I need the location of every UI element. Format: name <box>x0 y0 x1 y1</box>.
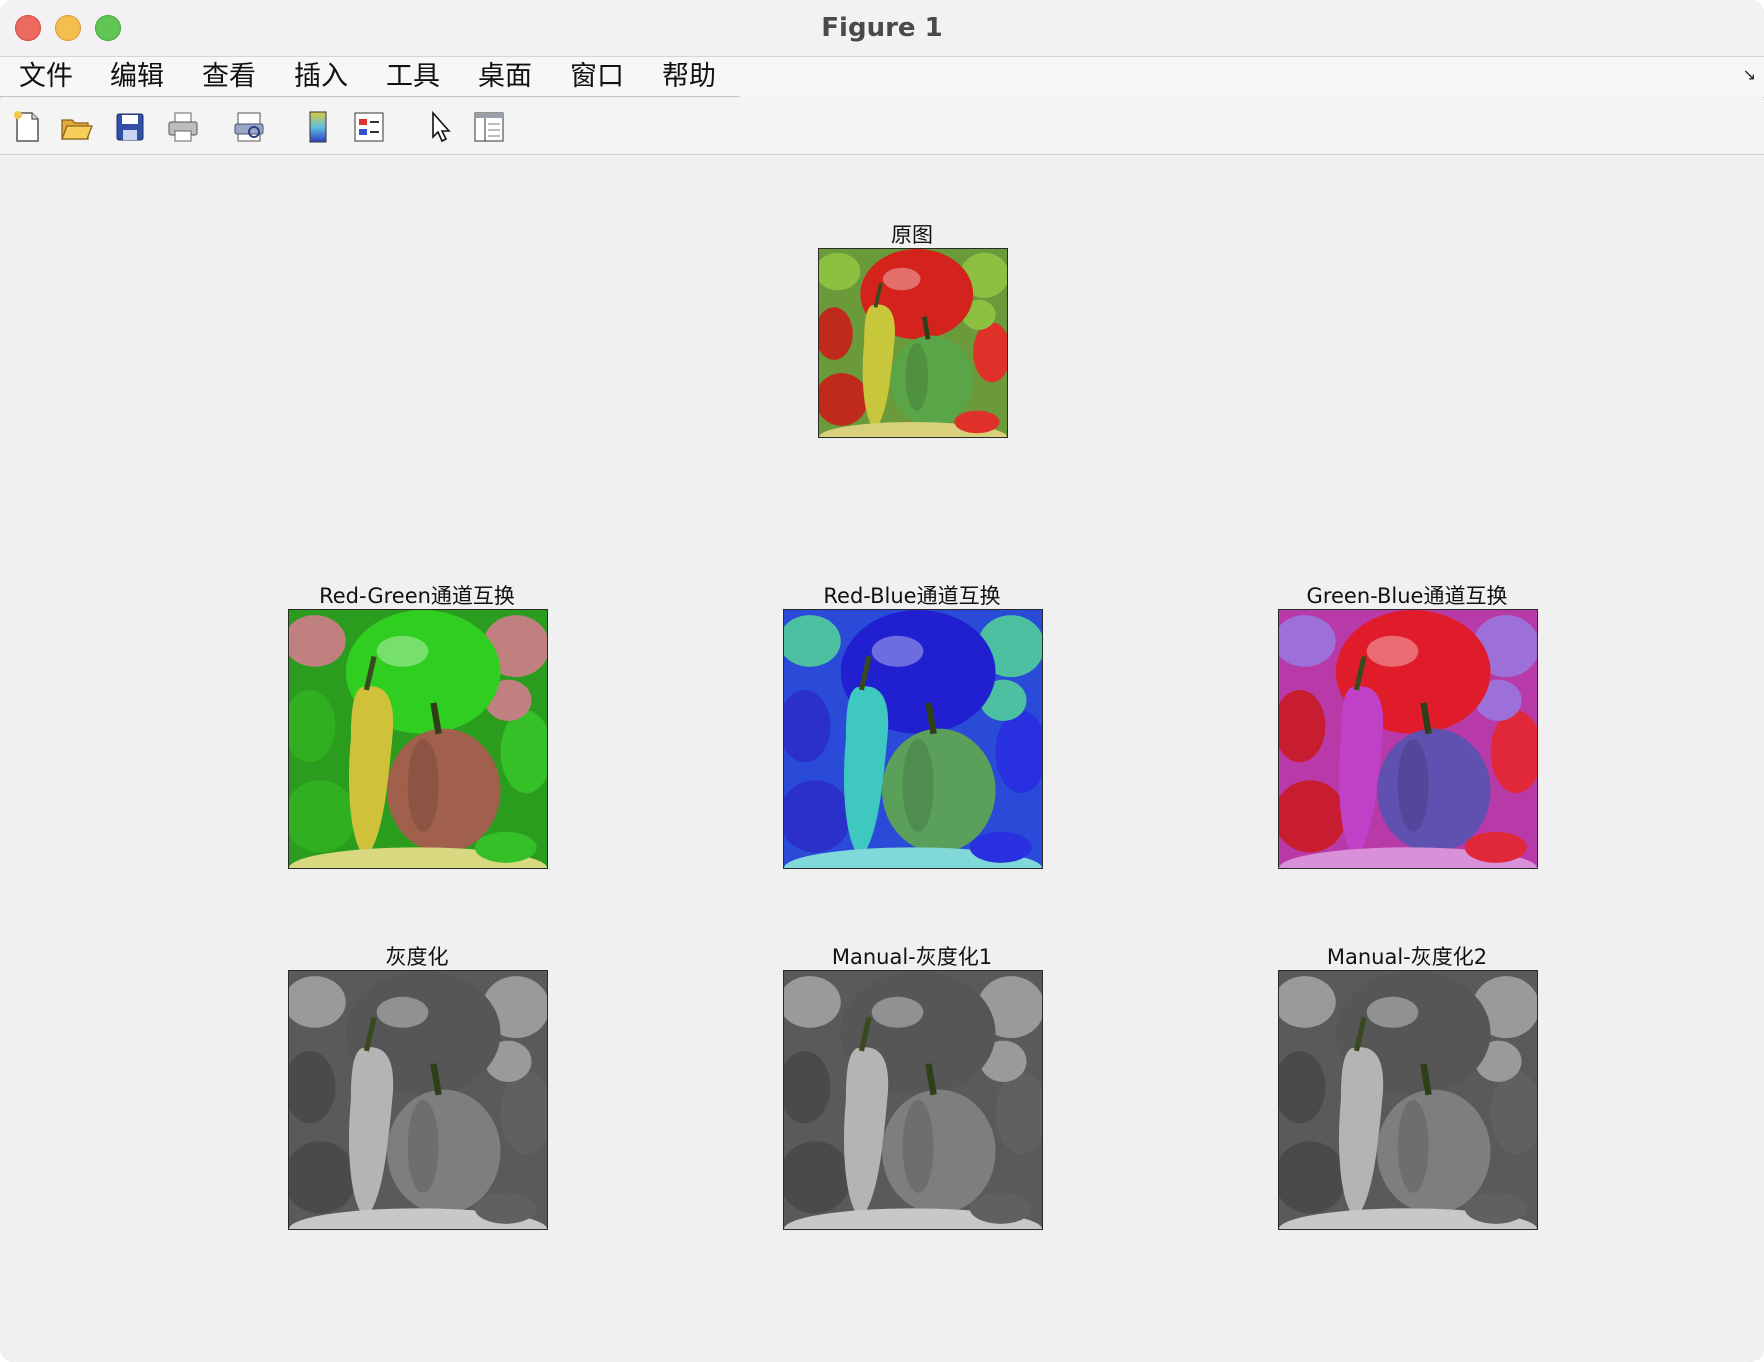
axes-title: Manual-灰度化1 <box>831 945 993 969</box>
toolbar <box>0 98 1764 155</box>
open-folder-icon[interactable] <box>59 110 93 144</box>
axes-title: 灰度化 <box>385 945 449 969</box>
image-axes[interactable] <box>1278 609 1538 869</box>
axes-title: Green-Blue通道互换 <box>1306 584 1508 608</box>
axes-title: 原图 <box>891 223 933 247</box>
pointer-icon[interactable] <box>423 110 457 144</box>
figure-window: Figure 1 文件 编辑 查看 插入 工具 桌面 窗口 帮助 ↘ 原图 Re… <box>0 0 1764 1362</box>
window-title: Figure 1 <box>821 13 943 43</box>
save-icon[interactable] <box>113 110 147 144</box>
image-axes[interactable] <box>818 248 1008 438</box>
menu-view[interactable]: 查看 <box>200 59 258 95</box>
menu-divider <box>0 96 740 97</box>
menu-insert[interactable]: 插入 <box>292 59 350 95</box>
image-axes[interactable] <box>783 609 1043 869</box>
menu-desktop[interactable]: 桌面 <box>476 59 534 95</box>
menu-tools[interactable]: 工具 <box>384 59 442 95</box>
axes-title: Manual-灰度化2 <box>1326 945 1488 969</box>
axes-title: Red-Green通道互换 <box>319 584 515 608</box>
print-icon[interactable] <box>166 110 200 144</box>
plot-tools-icon[interactable] <box>472 110 506 144</box>
pepper-image <box>289 971 547 1229</box>
colorbar-icon[interactable] <box>301 110 335 144</box>
menu-file[interactable]: 文件 <box>17 59 75 95</box>
image-axes[interactable] <box>783 970 1043 1230</box>
image-axes[interactable] <box>288 970 548 1230</box>
pepper-image <box>784 610 1042 868</box>
menu-bar: 文件 编辑 查看 插入 工具 桌面 窗口 帮助 ↘ <box>0 57 1764 97</box>
figure-canvas: 原图 Red-Green通道互换 Red-Blue通道互换 Green-Blue… <box>0 155 1764 1362</box>
image-axes[interactable] <box>288 609 548 869</box>
print-preview-icon[interactable] <box>232 110 266 144</box>
legend-icon[interactable] <box>352 110 386 144</box>
title-bar: Figure 1 <box>0 0 1764 57</box>
pepper-image <box>819 249 1007 437</box>
pepper-image <box>289 610 547 868</box>
pepper-image <box>1279 971 1537 1229</box>
menu-edit[interactable]: 编辑 <box>108 59 166 95</box>
pepper-image <box>784 971 1042 1229</box>
pepper-image <box>1279 610 1537 868</box>
new-figure-icon[interactable] <box>10 110 44 144</box>
axes-title: Red-Blue通道互换 <box>823 584 1001 608</box>
menu-help[interactable]: 帮助 <box>660 59 718 95</box>
image-axes[interactable] <box>1278 970 1538 1230</box>
menu-window[interactable]: 窗口 <box>568 59 626 95</box>
dock-figure-icon[interactable]: ↘ <box>1743 65 1756 84</box>
